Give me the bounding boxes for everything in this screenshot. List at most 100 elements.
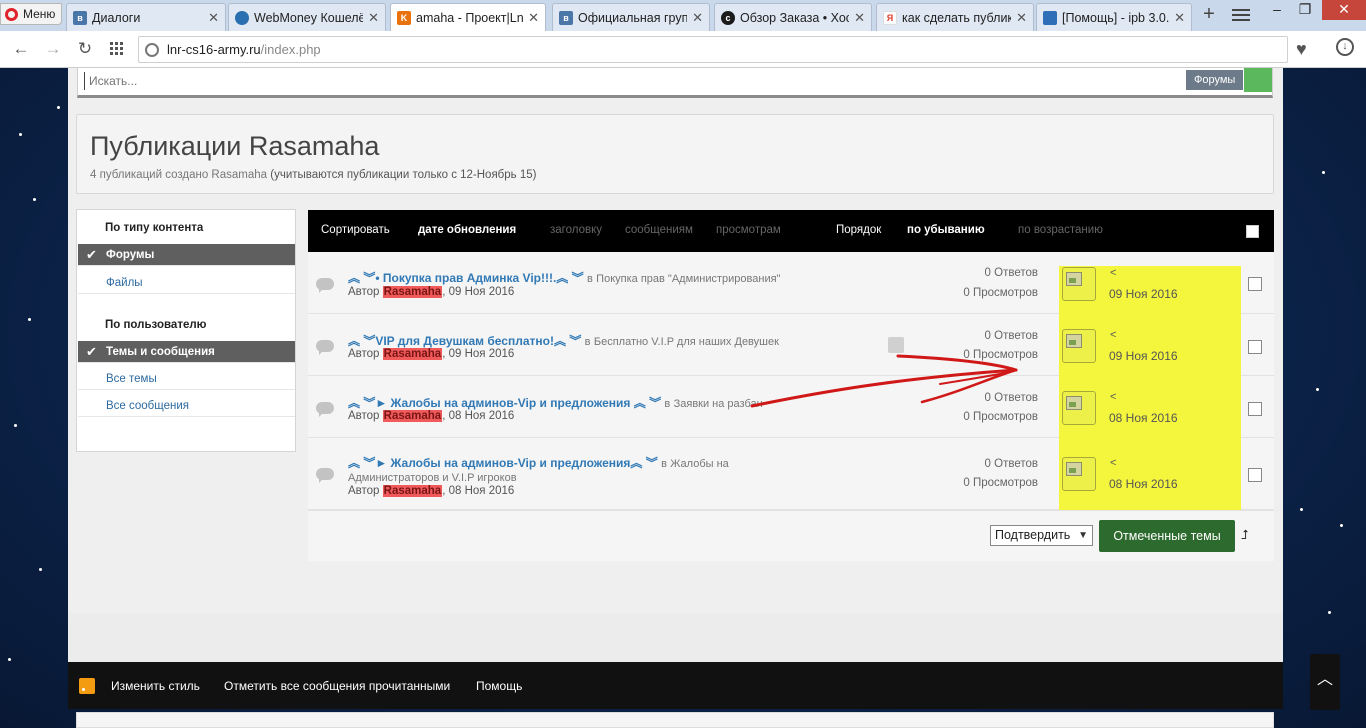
- chevron-down-icon: ▼: [1078, 530, 1088, 541]
- browser-tab-active[interactable]: K amaha - Проект|Lnr ✕: [390, 3, 546, 31]
- back-icon[interactable]: ←: [10, 40, 32, 60]
- list-icon: [888, 337, 904, 353]
- topic-meta: Автор Rasamaha, 09 Ноя 2016: [348, 286, 515, 298]
- maximize-button[interactable]: ❐: [1290, 0, 1320, 20]
- minimize-button[interactable]: –: [1262, 0, 1292, 20]
- bookmark-heart-icon[interactable]: ♥: [1296, 39, 1307, 60]
- tab-title: Официальная груп: [578, 10, 688, 25]
- search-input[interactable]: [84, 72, 984, 90]
- author-link[interactable]: Rasamaha: [382, 485, 443, 497]
- last-post-link[interactable]: <: [1110, 391, 1116, 403]
- url-field[interactable]: lnr-cs16-army.ru/index.php: [138, 36, 1288, 63]
- speed-dial-icon[interactable]: [110, 42, 123, 55]
- select-all-checkbox[interactable]: [1246, 225, 1259, 238]
- opera-menu-button[interactable]: Меню: [0, 3, 62, 25]
- sort-by-updated[interactable]: дате обновления: [418, 224, 516, 236]
- topic-forum-link[interactable]: Жалобы на: [670, 458, 729, 470]
- change-style-link[interactable]: Изменить стиль: [111, 679, 200, 693]
- sort-by-posts[interactable]: сообщениям: [625, 224, 693, 236]
- window-close-button[interactable]: ✕: [1322, 0, 1366, 20]
- topic-forum-link[interactable]: Администраторов и V.I.P игроков: [348, 472, 517, 484]
- sidebar-item-topics-and-posts[interactable]: ✔ Темы и сообщения: [78, 341, 295, 363]
- new-tab-button[interactable]: +: [1196, 4, 1222, 26]
- last-post-cell: < 09 Ноя 2016: [1062, 329, 1237, 385]
- download-icon[interactable]: ↓: [1336, 38, 1354, 56]
- topic-title-line: ︽ ︾► Жалобы на админов-Vip и предложения…: [348, 456, 729, 470]
- close-icon[interactable]: ✕: [692, 10, 703, 26]
- topic-replies: 0 Ответов: [984, 330, 1038, 342]
- page-content-lower: [68, 613, 1283, 663]
- order-descending[interactable]: по убыванию: [907, 224, 985, 236]
- topic-checkbox[interactable]: [1248, 277, 1262, 291]
- last-post-link[interactable]: <: [1110, 457, 1116, 469]
- close-icon[interactable]: ✕: [1016, 10, 1027, 26]
- page-title: Публикации Rasamaha: [90, 131, 380, 161]
- menu-label: Меню: [23, 7, 56, 21]
- sidebar-item-forums[interactable]: ✔ Форумы: [78, 244, 295, 266]
- marked-topics-button[interactable]: Отмеченные темы: [1099, 520, 1235, 552]
- close-icon[interactable]: ✕: [528, 10, 539, 26]
- search-scope-button[interactable]: Форумы: [1186, 70, 1244, 90]
- scroll-to-top-button[interactable]: ︿: [1310, 654, 1340, 710]
- topic-checkbox[interactable]: [1248, 340, 1262, 354]
- sidebar-item-all-posts[interactable]: Все сообщения: [78, 395, 295, 417]
- avatar[interactable]: [1062, 457, 1096, 491]
- avatar[interactable]: [1062, 329, 1096, 363]
- forward-icon[interactable]: →: [42, 40, 64, 60]
- topic-views: 0 Просмотров: [963, 477, 1038, 489]
- site-info-icon[interactable]: [145, 42, 159, 57]
- avatar[interactable]: [1062, 267, 1096, 301]
- topic-bubble-icon: [316, 340, 334, 355]
- help-link[interactable]: Помощь: [476, 679, 522, 693]
- topic-title-link[interactable]: ︽ ︾• Покупка прав Админка Vip!!!.︽ ︾: [348, 271, 584, 285]
- last-post-date: 08 Ноя 2016: [1109, 477, 1178, 491]
- browser-tab[interactable]: c Обзор Заказа • Хос ✕: [714, 3, 872, 31]
- topic-title-link[interactable]: ︽ ︾► Жалобы на админов-Vip и предложения…: [348, 456, 658, 470]
- reload-icon[interactable]: ↻: [74, 40, 96, 60]
- search-submit-button[interactable]: [1244, 68, 1272, 92]
- mark-all-read-link[interactable]: Отметить все сообщения прочитанными: [224, 679, 450, 693]
- avatar[interactable]: [1062, 391, 1096, 425]
- browser-tab[interactable]: Я как сделать публик ✕: [876, 3, 1034, 31]
- sidebar-item-all-topics[interactable]: Все темы: [78, 368, 295, 390]
- browser-tab[interactable]: в Официальная груп ✕: [552, 3, 710, 31]
- sort-bar: Сортировать дате обновления заголовку со…: [308, 210, 1274, 252]
- author-link[interactable]: Rasamaha: [382, 348, 443, 360]
- close-icon[interactable]: ✕: [854, 10, 865, 26]
- tab-title: Диалоги: [92, 10, 141, 25]
- author-link[interactable]: Rasamaha: [382, 410, 443, 422]
- sort-by-title[interactable]: заголовку: [550, 224, 602, 236]
- sort-by-views[interactable]: просмотрам: [716, 224, 781, 236]
- topic-forum-link[interactable]: Покупка прав "Администрирования": [596, 273, 780, 285]
- close-icon[interactable]: ✕: [368, 10, 379, 26]
- last-post-cell: < 08 Ноя 2016: [1062, 391, 1237, 447]
- last-post-cell: < 09 Ноя 2016: [1062, 267, 1237, 323]
- topic-title-link[interactable]: ︽ ︾VIP для Девушкам бесплатно!︽ ︾: [348, 334, 581, 348]
- topic-forum-link[interactable]: Бесплатно V.I.P для наших Девушек: [594, 336, 779, 348]
- tab-menu-icon[interactable]: [1232, 6, 1250, 24]
- topic-bubble-icon: [316, 402, 334, 417]
- close-icon[interactable]: ✕: [208, 10, 219, 26]
- topic-views: 0 Просмотров: [963, 287, 1038, 299]
- topic-forum-line2: Администраторов и V.I.P игроков: [348, 470, 517, 484]
- last-post-link[interactable]: <: [1110, 267, 1116, 279]
- author-link[interactable]: Rasamaha: [382, 286, 443, 298]
- topic-forum-link[interactable]: Заявки на разбан: [674, 398, 763, 410]
- browser-tab[interactable]: [Помощь] - ipb 3.0. ✕: [1036, 3, 1192, 31]
- topic-views: 0 Просмотров: [963, 411, 1038, 423]
- rss-icon[interactable]: [79, 678, 95, 694]
- browser-tab[interactable]: в Диалоги ✕: [66, 3, 226, 31]
- broken-image-icon: [1066, 462, 1082, 476]
- page-subtitle: 4 публикаций создано Rasamaha (учитывают…: [90, 169, 537, 181]
- browser-tab[interactable]: WebMoney Кошелё ✕: [228, 3, 386, 31]
- topic-checkbox[interactable]: [1248, 402, 1262, 416]
- order-ascending[interactable]: по возрастанию: [1018, 224, 1103, 236]
- last-post-link[interactable]: <: [1110, 329, 1116, 341]
- topic-title-link[interactable]: ︽ ︾► Жалобы на админов-Vip и предложения…: [348, 396, 661, 410]
- close-icon[interactable]: ✕: [1174, 10, 1185, 26]
- broken-image-icon: [1066, 396, 1082, 410]
- topic-checkbox[interactable]: [1248, 468, 1262, 482]
- moderation-action-select[interactable]: Подтвердить ▼: [990, 525, 1093, 546]
- ipb-icon: [1043, 10, 1057, 25]
- sidebar-item-files[interactable]: Файлы: [78, 272, 295, 294]
